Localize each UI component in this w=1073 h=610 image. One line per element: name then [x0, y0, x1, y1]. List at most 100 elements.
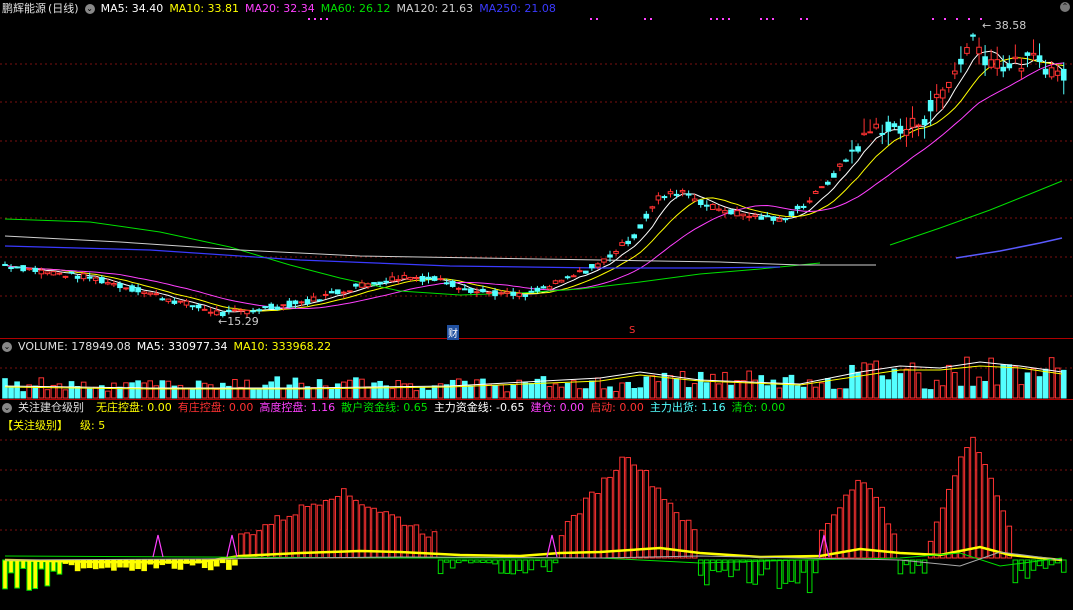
volume-bar	[583, 388, 589, 399]
volume-collapse-icon[interactable]: ⌄	[2, 342, 12, 352]
volume-ma10: MA10: 333968.22	[233, 340, 332, 353]
candle-body	[685, 193, 692, 196]
candle-body	[1042, 68, 1049, 75]
signal-dot	[326, 18, 328, 20]
indicator-peak-marker	[152, 534, 164, 558]
indicator-green-bar	[806, 559, 813, 594]
finance-marker[interactable]: 财	[447, 325, 459, 340]
volume-bar	[631, 388, 638, 399]
indicator-level-row: 【关注级别】 级: 5	[2, 418, 111, 434]
volume-bar	[425, 389, 432, 399]
signal-dot	[956, 18, 958, 20]
indicator-yellow-bar	[226, 559, 232, 570]
panel-settings-icon[interactable]: ⌃	[1060, 2, 1070, 12]
candle-body	[455, 287, 462, 290]
indicator-red-bar	[933, 521, 940, 559]
ma10-value: MA10: 33.81	[169, 2, 240, 15]
volume-bar	[498, 384, 504, 399]
indicator-title[interactable]: 关注建仓级别	[18, 401, 84, 414]
volume-bar	[831, 388, 837, 399]
volume-bar	[788, 374, 795, 399]
signal-dot	[800, 18, 802, 20]
candle-body	[147, 292, 153, 295]
volume-bar	[80, 381, 87, 399]
candle-body	[788, 211, 795, 216]
volume-bar	[528, 383, 535, 399]
indicator-red-bar	[849, 489, 855, 559]
volume-bar	[480, 378, 486, 399]
candle-body	[74, 275, 81, 279]
candle-body	[431, 276, 438, 281]
candle-body	[44, 271, 51, 275]
candle-body	[226, 309, 232, 312]
volume-bar	[691, 383, 698, 399]
indicator-red-bar	[595, 493, 601, 559]
indicator-collapse-icon[interactable]: ⌄	[2, 403, 12, 413]
volume-bar	[837, 388, 843, 399]
indicator-green-bar	[1048, 559, 1055, 566]
volume-bar	[800, 386, 807, 399]
ma250-line	[955, 237, 1063, 259]
candle-body	[806, 200, 813, 203]
indicator-green-bar	[915, 559, 922, 566]
price-panel-header: 鹏辉能源 (日线) ⌄ MA5: 34.40 MA10: 33.81 MA20: 32.3…	[2, 1, 562, 17]
volume-bar	[1000, 364, 1007, 399]
volume-bar	[111, 382, 117, 399]
candle-body	[861, 132, 867, 136]
candle-body	[812, 191, 819, 194]
volume-bar	[1018, 384, 1025, 399]
volume-bar	[794, 385, 801, 399]
stock-name[interactable]: 鹏辉能源	[2, 2, 46, 15]
chart-period[interactable]: (日线)	[48, 2, 79, 15]
indicator-item-4: 主力资金线: -0.65	[433, 401, 525, 414]
indicator-green-bar	[498, 559, 504, 574]
indicator-green-bar	[782, 559, 789, 584]
candle-body	[921, 119, 928, 126]
candle-body	[389, 276, 395, 282]
candle-body	[1048, 67, 1055, 78]
candle-body	[855, 146, 861, 152]
volume-bar	[764, 385, 771, 399]
volume-bar	[8, 385, 14, 399]
volume-bar	[1060, 369, 1067, 399]
volume-bar	[504, 391, 510, 399]
indicator-item-2: 高度控盘: 1.16	[259, 401, 336, 414]
indicator-green-bar	[794, 559, 801, 584]
volume-value: VOLUME: 178949.08	[18, 340, 131, 353]
volume-bar	[552, 383, 559, 399]
candle-body	[631, 234, 638, 239]
candle-body	[401, 274, 408, 280]
candle-body	[564, 276, 571, 279]
candle-body	[1000, 66, 1007, 72]
indicator-red-bar	[341, 488, 347, 559]
indicator-item-5: 建仓: 0.00	[530, 401, 585, 414]
volume-bar	[165, 380, 172, 399]
stock-chart[interactable]	[0, 0, 1073, 610]
volume-bar	[879, 375, 886, 399]
candle-body	[1054, 70, 1061, 76]
indicator-red-bar	[601, 477, 607, 559]
indicator-red-bar	[619, 456, 625, 559]
collapse-circle-icon[interactable]: ⌄	[84, 4, 95, 14]
volume-bar	[818, 382, 825, 399]
volume-bar	[927, 389, 934, 399]
candle-body	[443, 282, 450, 285]
indicator-red-bar	[637, 469, 644, 559]
volume-bar	[347, 379, 353, 399]
volume-bar	[697, 371, 704, 399]
candle-body	[462, 288, 468, 291]
volume-bar	[268, 381, 274, 399]
indicator-yellow-bar	[8, 559, 14, 574]
volume-bar	[334, 383, 341, 399]
volume-bar	[994, 384, 1001, 399]
signal-s-marker[interactable]: S	[629, 325, 635, 336]
candle-body	[897, 125, 904, 134]
candle-body	[1030, 52, 1037, 56]
signal-dot	[968, 18, 970, 20]
candle-body	[141, 291, 147, 295]
candle-body	[891, 123, 898, 128]
candle-body	[710, 203, 716, 210]
volume-bar	[56, 383, 63, 399]
candle-body	[334, 289, 341, 295]
candle-body	[328, 291, 335, 294]
